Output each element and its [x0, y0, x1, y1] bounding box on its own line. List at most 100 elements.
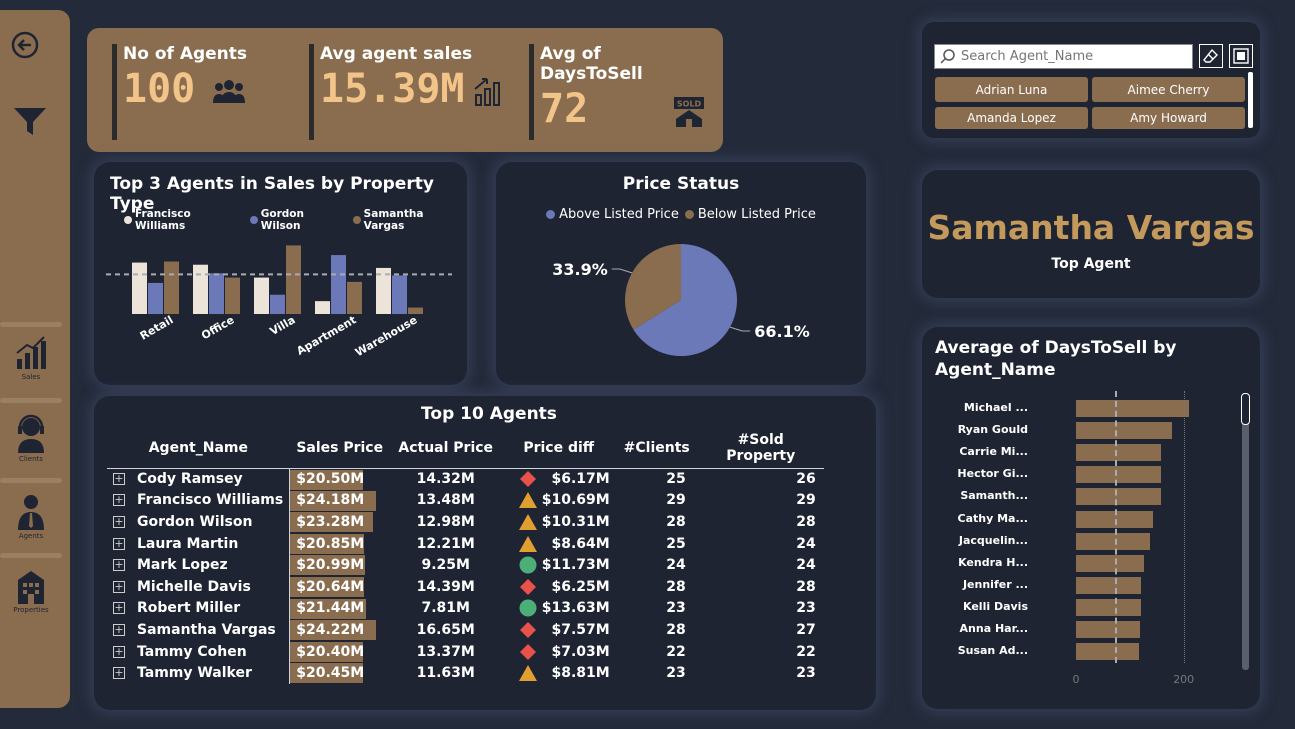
- slicer-chip[interactable]: Amanda Lopez: [935, 107, 1088, 129]
- hbar-row[interactable]: Jacquelin...: [932, 532, 1252, 550]
- sales-price-cell: $20.85M: [290, 533, 390, 555]
- expand-icon[interactable]: +: [113, 645, 125, 658]
- search-input[interactable]: [961, 49, 1181, 64]
- x-tick-label: Office: [199, 313, 236, 342]
- back-arrow-icon: [11, 31, 39, 59]
- clients-cell: 25: [666, 471, 686, 488]
- table-row[interactable]: + Samantha Vargas $24.22M 16.65M $7.57M 28 27: [107, 619, 824, 641]
- sold-property-cell: 23: [796, 600, 816, 617]
- table-row[interactable]: + Laura Martin $20.85M 12.21M $8.64M 25 24: [107, 532, 824, 555]
- x-tick-label: 200: [1173, 673, 1195, 686]
- actual-price-cell: 12.98M: [416, 513, 475, 530]
- table-row[interactable]: + Michelle Davis $20.64M 14.39M $6.25M 28 28: [107, 575, 824, 598]
- price-diff-text: $13.63M: [541, 600, 610, 617]
- chart-scrollbar-thumb[interactable]: [1241, 393, 1250, 425]
- agent-name-cell: + Tammy Cohen: [107, 640, 291, 663]
- hbar-row[interactable]: Kelli Davis: [932, 598, 1252, 616]
- hbar-row[interactable]: Cathy Ma...: [932, 510, 1252, 528]
- expand-icon[interactable]: +: [113, 580, 125, 593]
- column-header[interactable]: Price diff: [502, 428, 616, 468]
- column-header[interactable]: Sales Price: [290, 428, 390, 468]
- price-diff-text: $8.64M: [551, 535, 610, 552]
- back-button[interactable]: [10, 30, 40, 60]
- column-header[interactable]: #Clients: [616, 428, 698, 468]
- nav-properties[interactable]: Properties: [0, 570, 62, 614]
- search-box[interactable]: [934, 44, 1193, 69]
- expand-icon[interactable]: +: [113, 602, 125, 615]
- hbar-row[interactable]: Kendra H...: [932, 554, 1252, 572]
- hbar-category-label: Samanth...: [960, 489, 1028, 503]
- hbar-row[interactable]: Michael ...: [932, 399, 1252, 417]
- expand-icon[interactable]: +: [113, 559, 125, 572]
- expand-icon[interactable]: +: [113, 667, 125, 680]
- sales-price-cell: $21.44M: [290, 598, 390, 620]
- agent-name-text: Laura Martin: [137, 535, 239, 552]
- clear-selections-button[interactable]: [1199, 44, 1223, 68]
- filter-button[interactable]: [12, 106, 48, 138]
- sidebar-divider: [0, 553, 62, 558]
- slicer-scrollbar[interactable]: [1248, 72, 1253, 128]
- hbar-row[interactable]: Carrie Mi...: [932, 443, 1252, 462]
- expand-icon[interactable]: +: [113, 623, 125, 636]
- hbar-row[interactable]: Anna Har...: [932, 620, 1252, 638]
- agent-name-text: Mark Lopez: [137, 557, 228, 574]
- nav-clients[interactable]: Clients: [0, 413, 62, 463]
- agent-name-cell: + Gordon Wilson: [107, 511, 291, 533]
- x-tick-label: Retail: [138, 313, 176, 342]
- price-diff-cell: $11.73M: [502, 554, 616, 576]
- table-row[interactable]: + Mark Lopez $20.99M 9.25M $11.73M 24 24: [107, 554, 824, 576]
- clients-cell: 28: [666, 621, 686, 638]
- table-row[interactable]: + Tammy Cohen $20.40M 13.37M $7.03M 22 22: [107, 640, 824, 663]
- days-to-sell-chart: Average of DaysToSell by Agent_Name Mich…: [922, 327, 1260, 709]
- sales-price-cell: $20.40M: [290, 641, 390, 663]
- slicer-chip[interactable]: Aimee Cherry: [1092, 77, 1245, 102]
- sales-price-cell: $20.50M: [290, 468, 390, 490]
- table-row[interactable]: + Cody Ramsey $20.50M 14.32M $6.17M 25 26: [107, 468, 824, 490]
- focus-mode-button[interactable]: [1229, 44, 1253, 68]
- table-row[interactable]: + Tammy Walker $20.45M 11.63M $8.81M 23 23: [107, 662, 824, 684]
- bar: [347, 281, 362, 314]
- sold-property-cell: 28: [796, 513, 816, 530]
- column-header[interactable]: Agent_Name: [107, 428, 290, 468]
- actual-price-cell: 14.32M: [416, 471, 475, 488]
- sales-price-text: $20.85M: [296, 535, 365, 552]
- amber-triangle-icon: [518, 492, 537, 509]
- chart-scrollbar[interactable]: [1242, 393, 1249, 670]
- eraser-icon: [1203, 48, 1218, 63]
- hbar-row[interactable]: Ryan Gould: [932, 421, 1252, 440]
- hbar-row[interactable]: Hector Gi...: [932, 465, 1252, 484]
- hbar-category-label: Jacquelin...: [958, 533, 1028, 547]
- top10-agents-table: Top 10 Agents Agent_Name Sales Price Act…: [94, 396, 876, 710]
- table-row[interactable]: + Robert Miller $21.44M 7.81M $13.63M 23 23: [107, 597, 824, 620]
- hbar-category-label: Hector Gi...: [957, 467, 1028, 481]
- table-row[interactable]: + Gordon Wilson $23.28M 12.98M $10.31M 28 28: [107, 511, 824, 533]
- hbar-row[interactable]: Susan Ad...: [932, 642, 1252, 661]
- hbar: [1076, 532, 1151, 550]
- column-header[interactable]: Actual Price: [390, 428, 502, 468]
- sold-property-cell: 28: [796, 578, 816, 595]
- hbar-row[interactable]: Jennifer ...: [932, 576, 1252, 594]
- expand-icon[interactable]: +: [113, 537, 125, 550]
- slicer-chip[interactable]: Adrian Luna: [935, 77, 1088, 102]
- nav-agents[interactable]: Agents: [0, 492, 62, 540]
- kpi-days-to-sell: Avg of DaysToSell 72 SOLD: [529, 44, 709, 140]
- x-tick-label: 0: [1072, 673, 1080, 686]
- slicer-chip[interactable]: Amy Howard: [1092, 107, 1245, 129]
- expand-icon[interactable]: +: [113, 494, 125, 507]
- nav-sales[interactable]: Sales: [0, 335, 62, 381]
- price-diff-text: $10.69M: [541, 492, 610, 509]
- agent-name-cell: + Francisco Williams: [107, 489, 291, 512]
- expand-icon[interactable]: +: [113, 515, 125, 528]
- sidebar-divider: [0, 322, 62, 327]
- hbar-category-label: Kendra H...: [958, 555, 1028, 569]
- hbar-row[interactable]: Samanth...: [932, 487, 1252, 506]
- expand-icon[interactable]: +: [113, 473, 125, 486]
- sold-property-cell: 29: [796, 492, 816, 509]
- price-diff-cell: $7.57M: [502, 619, 616, 641]
- column-header[interactable]: #Sold Property: [698, 428, 824, 468]
- bar: [286, 245, 301, 314]
- x-tick-label: Warehouse: [353, 313, 419, 359]
- agent-name-text: Tammy Walker: [137, 665, 252, 682]
- table-row[interactable]: + Francisco Williams $24.18M 13.48M $10.69M 2…: [107, 489, 824, 512]
- red-diamond-icon: [519, 643, 536, 660]
